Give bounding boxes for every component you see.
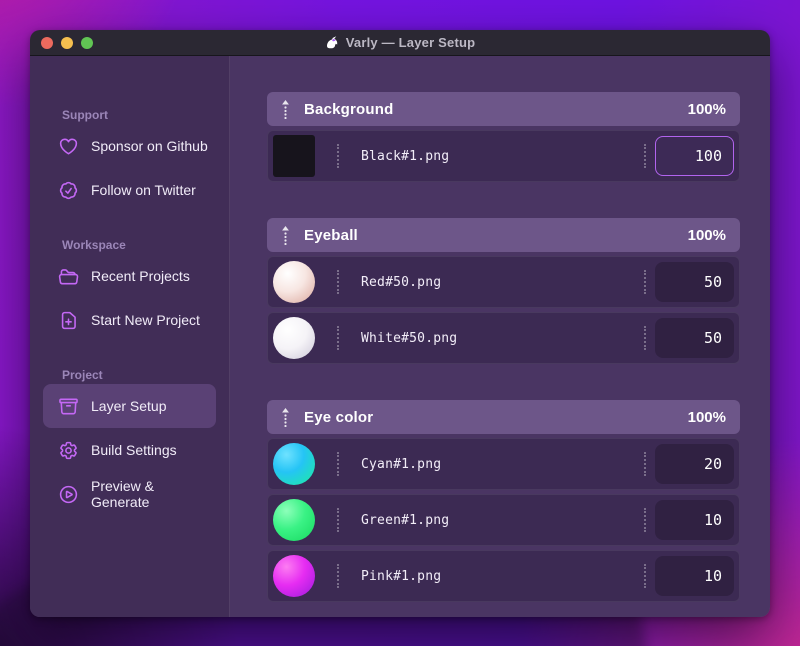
archive-box-icon [58, 396, 79, 417]
gear-icon [58, 440, 79, 461]
layer-group-eyeball: Eyeball 100% Red#50.png White#50.png [267, 218, 740, 364]
badge-check-icon [58, 180, 79, 201]
row-divider [644, 452, 646, 476]
row-divider [644, 326, 646, 350]
window-controls [41, 30, 93, 55]
layer-thumbnail-red [273, 261, 315, 303]
folder-open-icon [58, 266, 79, 287]
group-header[interactable]: Eye color 100% [267, 400, 740, 434]
sidebar-item-layer-setup[interactable]: Layer Setup [43, 384, 216, 428]
layer-filename: White#50.png [361, 330, 458, 346]
group-header[interactable]: Eyeball 100% [267, 218, 740, 252]
sidebar-item-label: Follow on Twitter [91, 182, 196, 198]
row-divider [337, 508, 339, 532]
zoom-button[interactable] [81, 36, 93, 49]
layer-row-black: Black#1.png [267, 130, 740, 182]
layer-filename: Black#1.png [361, 148, 450, 164]
heart-icon [58, 136, 79, 157]
layer-thumbnail-pink [273, 555, 315, 597]
group-name: Eye color [304, 408, 374, 426]
layer-thumbnail-white [273, 317, 315, 359]
app-body: Support Sponsor on Github Follow on Twit… [30, 56, 770, 617]
sidebar-item-start-new-project[interactable]: Start New Project [43, 298, 216, 342]
drag-handle-icon[interactable] [281, 407, 290, 427]
sidebar-item-preview-generate[interactable]: Preview & Generate [43, 472, 216, 516]
document-plus-icon [58, 310, 79, 331]
close-button[interactable] [41, 36, 53, 49]
layer-row-green: Green#1.png [267, 494, 740, 546]
row-divider [337, 144, 339, 168]
opacity-input[interactable] [655, 262, 734, 302]
titlebar: Varly — Layer Setup [30, 30, 770, 56]
layer-row-white: White#50.png [267, 312, 740, 364]
group-weight: 100% [687, 408, 726, 426]
sidebar-section-project: Project [62, 368, 103, 382]
opacity-input[interactable] [655, 556, 734, 596]
layer-setup-panel: Background 100% Black#1.png 100 Eyeball … [230, 56, 770, 617]
layer-row-red: Red#50.png [267, 256, 740, 308]
row-divider [644, 564, 646, 588]
drag-handle-icon[interactable] [281, 225, 290, 245]
layer-thumbnail-cyan [273, 443, 315, 485]
sidebar-item-follow-on-twitter[interactable]: Follow on Twitter [43, 168, 216, 212]
layer-group-eye-color: Eye color 100% Cyan#1.png Green#1.png [267, 400, 740, 602]
sidebar-item-label: Layer Setup [91, 398, 167, 414]
layer-row-cyan: Cyan#1.png [267, 438, 740, 490]
layer-filename: Green#1.png [361, 512, 450, 528]
sidebar-section-support: Support [62, 108, 108, 122]
opacity-input[interactable] [655, 318, 734, 358]
play-circle-icon [58, 484, 79, 505]
row-divider [337, 270, 339, 294]
opacity-input[interactable] [655, 444, 734, 484]
group-name: Background [304, 100, 394, 118]
window-title-wrap: Varly — Layer Setup [325, 35, 476, 50]
app-window: Varly — Layer Setup Support Sponsor on G… [30, 30, 770, 617]
sidebar-item-label: Sponsor on Github [91, 138, 208, 154]
layer-group-background: Background 100% Black#1.png [267, 92, 740, 182]
window-title: Varly — Layer Setup [345, 35, 476, 50]
row-divider [644, 144, 646, 168]
layer-row-pink: Pink#1.png [267, 550, 740, 602]
row-divider [337, 452, 339, 476]
opacity-input[interactable] [655, 500, 734, 540]
sidebar-item-label: Preview & Generate [91, 478, 155, 510]
sidebar: Support Sponsor on Github Follow on Twit… [30, 56, 230, 617]
sidebar-item-label: Recent Projects [91, 268, 190, 284]
layer-thumbnail-green [273, 499, 315, 541]
sidebar-item-label: Start New Project [91, 312, 200, 328]
group-name: Eyeball [304, 226, 358, 244]
unicorn-icon [325, 35, 340, 50]
sidebar-item-build-settings[interactable]: Build Settings [43, 428, 216, 472]
row-divider [337, 326, 339, 350]
group-weight: 100% [687, 226, 726, 244]
row-divider [644, 270, 646, 294]
row-divider [337, 564, 339, 588]
layer-thumbnail-black [273, 135, 315, 177]
sidebar-item-label: Build Settings [91, 442, 177, 458]
sidebar-section-workspace: Workspace [62, 238, 126, 252]
layer-filename: Pink#1.png [361, 568, 442, 584]
layer-filename: Red#50.png [361, 274, 442, 290]
group-header[interactable]: Background 100% [267, 92, 740, 126]
sidebar-item-sponsor-on-github[interactable]: Sponsor on Github [43, 124, 216, 168]
drag-handle-icon[interactable] [281, 99, 290, 119]
sidebar-item-recent-projects[interactable]: Recent Projects [43, 254, 216, 298]
row-divider [644, 508, 646, 532]
layer-filename: Cyan#1.png [361, 456, 442, 472]
minimize-button[interactable] [61, 36, 73, 49]
opacity-input[interactable] [655, 136, 734, 176]
group-weight: 100% [687, 100, 726, 118]
